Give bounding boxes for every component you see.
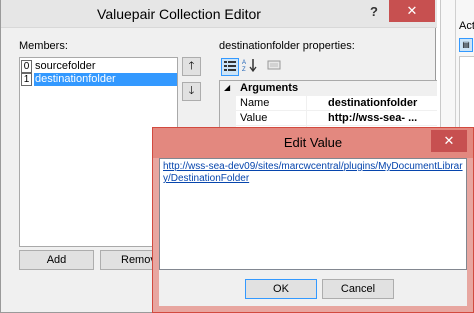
cancel-button[interactable]: Cancel [322,279,394,299]
editor-title: Valuepair Collection Editor [97,6,261,22]
dialog-body: http://wss-sea-dev09/sites/marcwcentral/… [159,158,467,306]
properties-label: destinationfolder properties: [219,40,355,52]
edit-value-dialog: Edit Value ✕ http://wss-sea-dev09/sites/… [152,127,474,313]
ok-button[interactable]: OK [245,279,317,299]
editor-close-button[interactable]: ✕ [389,0,435,22]
grid-row-name[interactable]: Name destinationfolder [236,96,437,111]
grid-category-arguments[interactable]: ◢ Arguments [220,81,437,96]
move-down-button[interactable]: 🡓 [182,82,201,101]
grid-row-label: Name [240,97,270,109]
member-name: sourcefolder [35,60,96,72]
property-pages-icon[interactable] [265,58,283,76]
grid-column-divider [306,96,307,129]
property-toolbar: AZ [219,58,437,78]
side-window-label: Acti [459,20,474,32]
dialog-title: Edit Value [283,135,343,150]
grid-row-value: destinationfolder [328,97,418,109]
alphabetical-icon[interactable]: AZ [241,58,259,76]
grid-row-value-field[interactable]: Value http://wss-sea- ... [236,111,437,126]
svg-text:A: A [242,60,246,66]
member-index: 1 [21,73,32,86]
value-text-area[interactable]: http://wss-sea-dev09/sites/marcwcentral/… [159,158,467,270]
dialog-close-button[interactable]: ✕ [431,130,467,152]
member-index: 0 [21,60,32,73]
editor-titlebar: Valuepair Collection Editor ? ✕ [1,0,437,28]
grid-row-label: Value [240,112,268,124]
move-up-button[interactable]: 🡑 [182,57,201,76]
add-button[interactable]: Add [19,250,94,270]
property-grid[interactable]: ◢ Arguments Name destinationfolder Value… [219,80,437,130]
member-name: destinationfolder [34,73,177,86]
dialog-titlebar: Edit Value ✕ [153,128,473,158]
grid-category-label: Arguments [240,82,299,94]
categorized-icon[interactable] [221,58,239,76]
svg-text:Z: Z [242,67,246,72]
member-item-destinationfolder[interactable]: 1 destinationfolder [21,73,177,86]
arrow-down-icon: 🡓 [188,85,195,97]
side-categorized-icon[interactable]: ▤ [459,38,473,52]
help-button[interactable]: ? [363,2,385,22]
collapse-icon[interactable]: ◢ [224,81,230,95]
member-item-sourcefolder[interactable]: 0 sourcefolder [21,60,177,73]
members-label: Members: [19,40,68,52]
arrow-up-icon: 🡑 [188,60,195,72]
grid-row-value: http://wss-sea- ... [328,112,418,124]
